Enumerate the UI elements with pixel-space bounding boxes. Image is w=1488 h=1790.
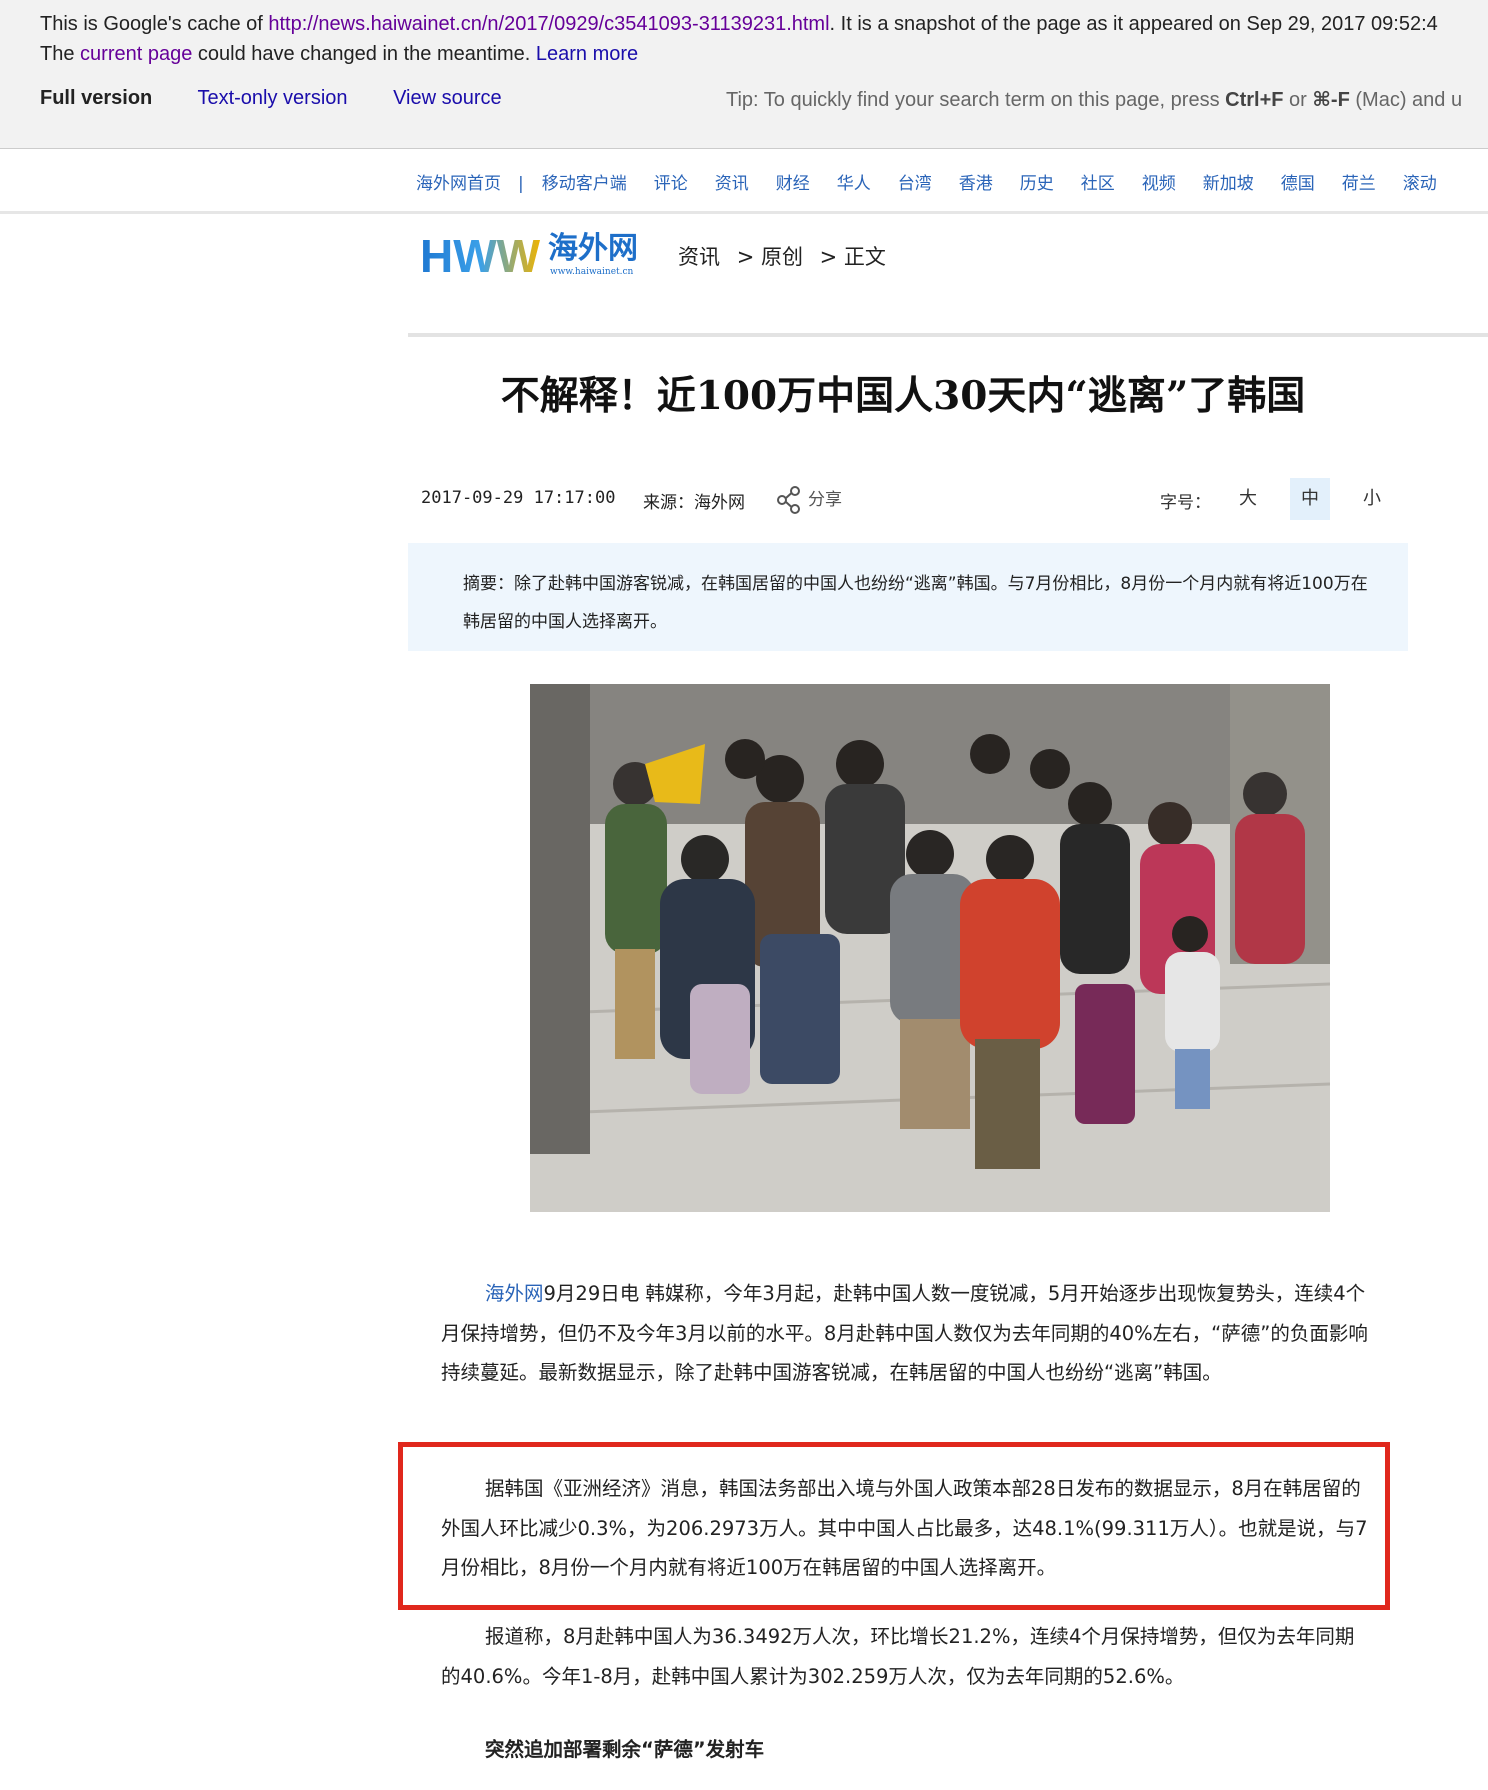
nav-item-chinese[interactable]: 华人	[837, 169, 871, 194]
article-summary: 摘要：除了赴韩中国游客锐减，在韩国居留的中国人也纷纷“逃离”韩国。与7月份相比，…	[408, 543, 1408, 651]
breadcrumb-original[interactable]: > 原创	[737, 245, 803, 269]
article-paragraph-1: 海外网9月29日电 韩媒称，今年3月起，赴韩中国人数一度锐减，5月开始逐步出现恢…	[441, 1274, 1371, 1393]
nav-item-history[interactable]: 历史	[1020, 169, 1054, 194]
tip-key-ctrl-f: Ctrl+F	[1225, 89, 1284, 111]
font-size-medium-button[interactable]: 中	[1290, 478, 1330, 520]
share-button[interactable]: 分享	[776, 485, 842, 514]
subheading-text: 突然追加部署剩余“萨德”发射车	[485, 1738, 765, 1761]
font-size-label: 字号：	[1160, 493, 1211, 513]
nav-item-home[interactable]: 海外网首页	[416, 169, 501, 194]
tip-suffix: (Mac) and u	[1349, 89, 1463, 111]
nav-item-taiwan[interactable]: 台湾	[898, 169, 932, 194]
cache-version-links: Full version Text-only version View sour…	[40, 87, 542, 110]
breadcrumb-body: > 正文	[819, 245, 886, 269]
nav-item-hongkong[interactable]: 香港	[959, 169, 993, 194]
breadcrumb-news[interactable]: 资讯	[678, 245, 720, 269]
font-size-small-button[interactable]: 小	[1352, 478, 1392, 520]
article-paragraph-3: 报道称，8月赴韩中国人为36.3492万人次，环比增长21.2%，连续4个月保持…	[441, 1617, 1371, 1696]
paragraph-1-text: 海外网9月29日电 韩媒称，今年3月起，赴韩中国人数一度锐减，5月开始逐步出现恢…	[441, 1274, 1371, 1393]
nav-item-singapore[interactable]: 新加坡	[1203, 169, 1254, 194]
view-source-link[interactable]: View source	[393, 87, 502, 109]
cache-snapshot-text: . It is a snapshot of the page as it app…	[829, 13, 1438, 35]
learn-more-link[interactable]: Learn more	[536, 43, 638, 65]
tip-or: or	[1283, 89, 1313, 111]
logo-url: www.haiwainet.cn	[550, 267, 634, 277]
paragraph-3-text: 报道称，8月赴韩中国人为36.3492万人次，环比增长21.2%，连续4个月保持…	[441, 1625, 1355, 1688]
share-icon	[777, 486, 800, 514]
article-datetime: 2017-09-29 17:17:00	[421, 488, 616, 508]
article-source: 来源：海外网	[643, 493, 745, 513]
site-nav-items: 海外网首页 | 移动客户端 评论 资讯 财经 华人 台湾 香港 历史 社区 视频 新加坡 德国 荷兰 滚动	[416, 169, 1464, 194]
nav-separator: |	[518, 174, 524, 194]
share-label: 分享	[808, 490, 842, 510]
logo-name: 海外网	[548, 231, 638, 266]
font-size-large-button[interactable]: 大	[1228, 478, 1268, 520]
tip-text: Tip: To quickly find your search term on…	[726, 89, 1226, 111]
breadcrumb: 资讯 > 原创 > 正文	[678, 241, 896, 271]
nav-item-community[interactable]: 社区	[1081, 169, 1115, 194]
nav-item-comment[interactable]: 评论	[654, 169, 688, 194]
text-only-version-link[interactable]: Text-only version	[197, 87, 347, 109]
nav-item-netherlands[interactable]: 荷兰	[1342, 169, 1376, 194]
tip-key-cmd-f: ⌘-F	[1312, 89, 1350, 111]
nav-item-rolling[interactable]: 滚动	[1403, 169, 1437, 194]
cached-url-link[interactable]: http://news.haiwainet.cn/n/2017/0929/c35…	[268, 13, 829, 35]
nav-item-germany[interactable]: 德国	[1281, 169, 1315, 194]
google-cache-header: This is Google's cache of http://news.ha…	[0, 0, 1488, 149]
article-subheading: 突然追加部署剩余“萨德”发射车	[441, 1730, 1371, 1770]
cache-notice-text-3: could have changed in the meantime.	[192, 43, 536, 65]
current-page-link[interactable]: current page	[80, 43, 192, 65]
full-version-label: Full version	[40, 87, 153, 109]
nav-item-mobile-client[interactable]: 移动客户端	[542, 169, 627, 194]
logo-graphic: HWW 海外网 www.haiwainet.cn	[420, 230, 638, 282]
article-title: 不解释！近100万中国人30天内“逃离”了韩国	[500, 373, 1306, 419]
logo-letters: HWW	[420, 230, 541, 282]
cache-notice-line2: The current page could have changed in t…	[40, 43, 638, 66]
cache-notice-text-2: The	[40, 43, 81, 65]
nav-item-video[interactable]: 视频	[1142, 169, 1176, 194]
haiwainet-source-link[interactable]: 海外网	[485, 1282, 544, 1305]
site-nav-bar: 海外网首页 | 移动客户端 评论 资讯 财经 华人 台湾 香港 历史 社区 视频 新加坡 德国 荷兰 滚动	[0, 149, 1488, 214]
nav-item-news[interactable]: 资讯	[715, 169, 749, 194]
article-photo	[530, 684, 1330, 1212]
paragraph-2-text: 据韩国《亚洲经济》消息，韩国法务部出入境与外国人政策本部28日发布的数据显示，8…	[441, 1477, 1368, 1579]
haiwainet-logo[interactable]: HWW 海外网 www.haiwainet.cn	[420, 228, 650, 284]
cache-notice-line1: This is Google's cache of http://news.ha…	[40, 13, 1438, 36]
nav-item-finance[interactable]: 财经	[776, 169, 810, 194]
article-paragraph-2: 据韩国《亚洲经济》消息，韩国法务部出入境与外国人政策本部28日发布的数据显示，8…	[441, 1469, 1371, 1588]
paragraph-1-body: 9月29日电 韩媒称，今年3月起，赴韩中国人数一度锐减，5月开始逐步出现恢复势头…	[441, 1282, 1368, 1384]
header-divider	[408, 333, 1488, 337]
search-tip: Tip: To quickly find your search term on…	[726, 87, 1462, 112]
cache-notice-text: This is Google's cache of	[40, 13, 269, 35]
